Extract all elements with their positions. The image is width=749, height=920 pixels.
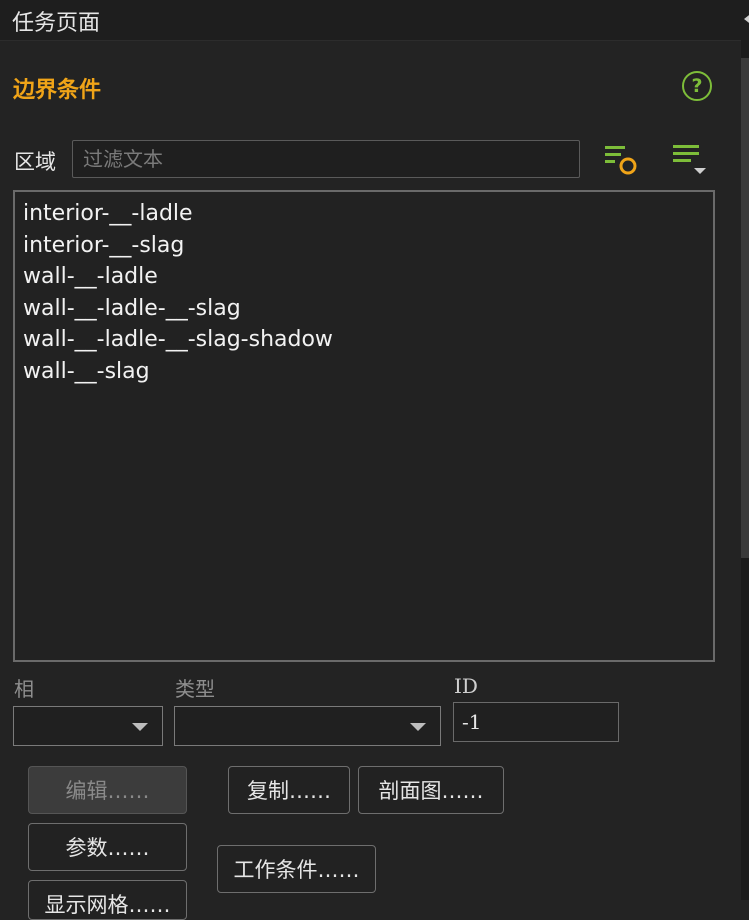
zone-list-item[interactable]: interior-__-slag <box>23 230 705 262</box>
help-icon[interactable]: ? <box>682 71 712 101</box>
profile-button[interactable]: 剖面图…… <box>358 766 504 814</box>
phase-dropdown[interactable] <box>13 706 163 746</box>
id-label: ID <box>454 674 478 698</box>
operating-conditions-button[interactable]: 工作条件…… <box>217 845 376 893</box>
zone-label: 区域 <box>14 150 56 174</box>
type-dropdown[interactable] <box>174 706 441 746</box>
id-field[interactable] <box>453 702 619 742</box>
filter-text-input[interactable] <box>72 140 580 178</box>
section-title: 边界条件 <box>13 78 102 103</box>
zone-list-item[interactable]: wall-__-ladle-__-slag <box>23 293 705 325</box>
zone-list-item[interactable]: wall-__-ladle-__-slag-shadow <box>23 324 705 356</box>
type-label: 类型 <box>175 677 215 701</box>
zone-list[interactable]: interior-__-ladle interior-__-slag wall-… <box>13 190 715 662</box>
phase-label: 相 <box>14 677 34 701</box>
chevron-down-icon <box>132 723 148 731</box>
task-page-title: 任务页面 <box>12 11 101 36</box>
copy-button[interactable]: 复制…… <box>228 766 350 814</box>
scrollbar-thumb[interactable] <box>741 58 749 558</box>
chevron-down-icon <box>410 723 426 731</box>
zone-list-item[interactable]: interior-__-ladle <box>23 198 705 230</box>
zone-list-item[interactable]: wall-__-slag <box>23 356 705 388</box>
parameters-button[interactable]: 参数…… <box>28 823 187 871</box>
task-page-header: 任务页面 <box>0 0 749 41</box>
display-mesh-button[interactable]: 显示网格…… <box>28 880 187 920</box>
zone-list-item[interactable]: wall-__-ladle <box>23 261 705 293</box>
filter-settings-icon[interactable] <box>604 142 640 178</box>
list-menu-icon[interactable] <box>672 142 708 178</box>
collapse-arrow-icon[interactable] <box>744 12 749 26</box>
edit-button[interactable]: 编辑…… <box>28 766 187 814</box>
